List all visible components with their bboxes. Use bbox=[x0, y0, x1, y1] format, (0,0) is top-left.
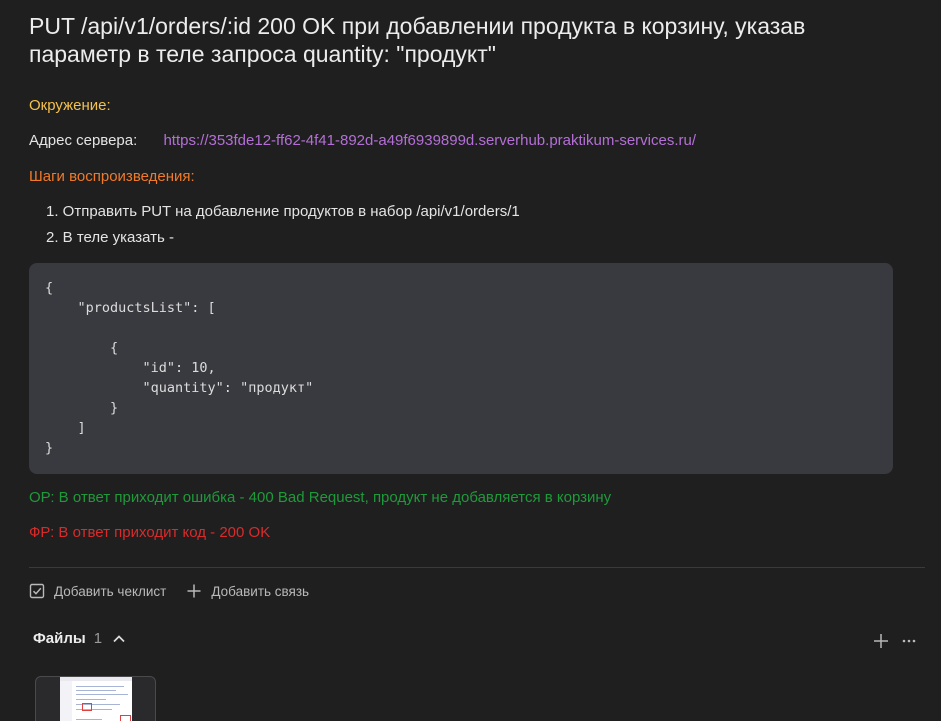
add-link-button[interactable]: Добавить связь bbox=[186, 583, 309, 599]
checkbox-icon bbox=[29, 583, 45, 599]
attachment-preview-image bbox=[60, 677, 132, 721]
issue-title: PUT /api/v1/orders/:id 200 OK при добавл… bbox=[29, 13, 806, 67]
plus-icon[interactable] bbox=[872, 632, 890, 650]
add-link-label: Добавить связь bbox=[211, 583, 310, 599]
chevron-up-icon[interactable] bbox=[112, 632, 126, 646]
more-horizontal-icon[interactable] bbox=[901, 632, 917, 650]
steps-heading: Шаги воспроизведения: bbox=[29, 168, 195, 185]
server-address-row: Адрес сервера: https://353fde12-ff62-4f4… bbox=[29, 132, 696, 149]
step-item: 1. Отправить PUT на добавление продуктов… bbox=[46, 203, 520, 220]
issue-page: PUT /api/v1/orders/:id 200 OK при добавл… bbox=[0, 0, 941, 721]
environment-heading: Окружение: bbox=[29, 97, 111, 114]
server-address-link[interactable]: https://353fde12-ff62-4f41-892d-a49f6939… bbox=[163, 132, 696, 149]
step-item: 2. В теле указать - bbox=[46, 229, 174, 246]
add-checklist-button[interactable]: Добавить чеклист bbox=[29, 583, 166, 599]
actual-result: ФР: В ответ приходит код - 200 OK bbox=[29, 524, 271, 541]
section-divider bbox=[29, 567, 925, 568]
server-address-label: Адрес сервера: bbox=[29, 132, 138, 149]
request-body-code: { "productsList": [ { "id": 10, "quantit… bbox=[45, 280, 314, 456]
expected-result: ОР: В ответ приходит ошибка - 400 Bad Re… bbox=[29, 489, 612, 506]
attachment-thumbnail[interactable] bbox=[35, 676, 156, 721]
files-section-header[interactable]: Файлы 1 bbox=[33, 630, 126, 647]
issue-actions: Добавить чеклист Добавить связь bbox=[29, 583, 329, 599]
add-checklist-label: Добавить чеклист bbox=[54, 583, 167, 599]
steps-list: 1. Отправить PUT на добавление продуктов… bbox=[46, 201, 520, 253]
request-body-code-block: { "productsList": [ { "id": 10, "quantit… bbox=[29, 263, 893, 474]
plus-icon bbox=[187, 584, 201, 598]
files-toolbar bbox=[872, 632, 928, 650]
files-heading: Файлы bbox=[33, 630, 86, 647]
files-count: 1 bbox=[93, 630, 103, 647]
